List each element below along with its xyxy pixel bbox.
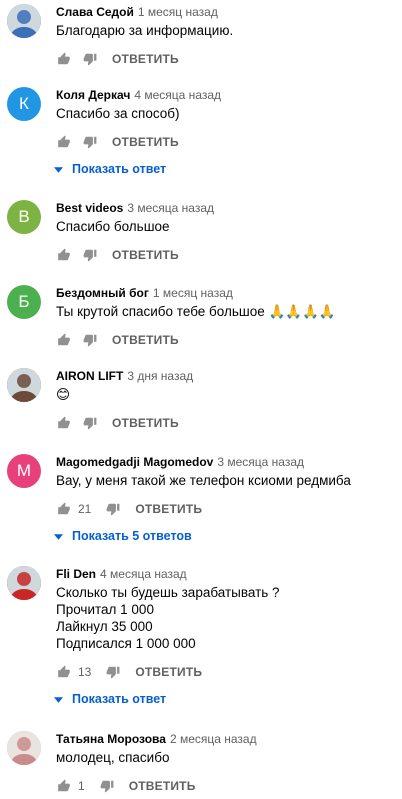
like-count: 13 [78, 665, 92, 679]
avatar[interactable] [7, 566, 41, 600]
dislike-icon[interactable] [99, 778, 115, 794]
like-icon[interactable] [56, 134, 72, 150]
avatar[interactable] [7, 4, 41, 38]
show-replies-label: Показать ответ [72, 162, 167, 176]
comment-time[interactable]: 3 дня назад [127, 369, 193, 383]
reply-button[interactable]: ОТВЕТИТЬ [135, 502, 202, 516]
like-icon[interactable] [56, 332, 72, 348]
author-name[interactable]: Magomedgadji Magomedov [56, 455, 213, 469]
like-icon[interactable] [56, 247, 72, 263]
like-count: 21 [78, 502, 92, 516]
avatar[interactable]: К [7, 87, 41, 121]
show-replies-label: Показать ответ [72, 692, 167, 706]
avatar-letter: К [19, 94, 29, 113]
comment-time[interactable]: 3 месяца назад [217, 455, 304, 469]
chevron-down-icon [54, 529, 63, 543]
reply-button[interactable]: ОТВЕТИТЬ [129, 779, 196, 793]
reply-button[interactable]: ОТВЕТИТЬ [112, 248, 179, 262]
avatar-letter: Б [18, 292, 30, 311]
dislike-icon[interactable] [82, 247, 98, 263]
dislike-icon[interactable] [82, 415, 98, 431]
comment-header: Best videos 3 месяца назад [56, 200, 214, 216]
comment-text: молодец, спасибо [56, 750, 170, 765]
comment-header: Слава Седой 1 месяц назад [56, 4, 218, 20]
author-name[interactable]: Слава Седой [56, 5, 134, 19]
author-name[interactable]: AIRON LIFT [56, 369, 123, 383]
avatar-letter: B [18, 207, 30, 226]
author-name[interactable]: Коля Деркач [56, 88, 130, 102]
comment-text: Сколько ты будешь зарабатывать ? [56, 585, 280, 600]
comment-text: Спасибо за способ) [56, 106, 180, 121]
like-count: 1 [78, 779, 85, 793]
reply-button[interactable]: ОТВЕТИТЬ [135, 665, 202, 679]
comment-time[interactable]: 3 месяца назад [127, 201, 214, 215]
comment-time[interactable]: 1 месяц назад [153, 286, 233, 300]
comment-actions: 13 ОТВЕТИТЬ [56, 662, 202, 682]
comment-time[interactable]: 4 месяца назад [134, 88, 221, 102]
comment-header: Fli Den 4 месяца назад [56, 566, 187, 582]
show-replies-label: Показать 5 ответов [72, 529, 192, 543]
comment-header: Коля Деркач 4 месяца назад [56, 87, 221, 103]
show-replies-button[interactable]: Показать ответ [54, 162, 166, 176]
like-icon[interactable] [56, 664, 72, 680]
comment-time[interactable]: 1 месяц назад [138, 5, 218, 19]
comment-header: Magomedgadji Magomedov 3 месяца назад [56, 454, 304, 470]
comment-header: Татьяна Морозова 2 месяца назад [56, 731, 257, 747]
comment-time[interactable]: 4 месяца назад [100, 567, 187, 581]
chevron-down-icon [54, 692, 63, 706]
comment-actions: ОТВЕТИТЬ [56, 330, 179, 350]
author-name[interactable]: Бездомный бог [56, 286, 149, 300]
comment-text: Прочитал 1 000 [56, 602, 154, 617]
chevron-down-icon [54, 162, 63, 176]
avatar[interactable] [7, 368, 41, 402]
comment-header: Бездомный бог 1 месяц назад [56, 285, 233, 301]
author-name[interactable]: Татьяна Морозова [56, 732, 166, 746]
avatar-letter: M [16, 461, 32, 480]
dislike-icon[interactable] [105, 664, 121, 680]
comment-text: Вау, у меня такой же телефон ксиоми редм… [56, 473, 351, 488]
show-replies-button[interactable]: Показать ответ [54, 692, 166, 706]
comment-actions: ОТВЕТИТЬ [56, 413, 179, 433]
like-icon[interactable] [56, 51, 72, 67]
dislike-icon[interactable] [82, 134, 98, 150]
comment-text: Благодарю за информацию. [56, 23, 234, 38]
comment-text: Лайкнул 35 000 [56, 619, 153, 634]
comment-text: Подписался 1 000 000 [56, 636, 196, 651]
comment-header: AIRON LIFT 3 дня назад [56, 368, 193, 384]
comment-text: 😊 [56, 387, 71, 402]
comment-actions: ОТВЕТИТЬ [56, 245, 179, 265]
like-icon[interactable] [56, 415, 72, 431]
reply-button[interactable]: ОТВЕТИТЬ [112, 52, 179, 66]
dislike-icon[interactable] [82, 51, 98, 67]
comment-actions: ОТВЕТИТЬ [56, 132, 179, 152]
reply-button[interactable]: ОТВЕТИТЬ [112, 416, 179, 430]
author-name[interactable]: Fli Den [56, 567, 96, 581]
dislike-icon[interactable] [105, 501, 121, 517]
avatar[interactable] [7, 731, 41, 765]
show-replies-button[interactable]: Показать 5 ответов [54, 529, 192, 543]
avatar[interactable]: M [7, 454, 41, 488]
comment-time[interactable]: 2 месяца назад [170, 732, 257, 746]
avatar[interactable]: B [7, 200, 41, 234]
reply-button[interactable]: ОТВЕТИТЬ [112, 333, 179, 347]
avatar[interactable]: Б [7, 285, 41, 319]
dislike-icon[interactable] [82, 332, 98, 348]
comment-actions: 1 ОТВЕТИТЬ [56, 776, 196, 796]
like-icon[interactable] [56, 778, 72, 794]
comment-text: Ты крутой спасибо тебе большое 🙏🙏🙏🙏 [56, 304, 336, 319]
author-name[interactable]: Best videos [56, 201, 123, 215]
comment-actions: ОТВЕТИТЬ [56, 49, 179, 69]
comment-actions: 21 ОТВЕТИТЬ [56, 499, 202, 519]
like-icon[interactable] [56, 501, 72, 517]
reply-button[interactable]: ОТВЕТИТЬ [112, 135, 179, 149]
comment-text: Спасибо большое [56, 219, 170, 234]
